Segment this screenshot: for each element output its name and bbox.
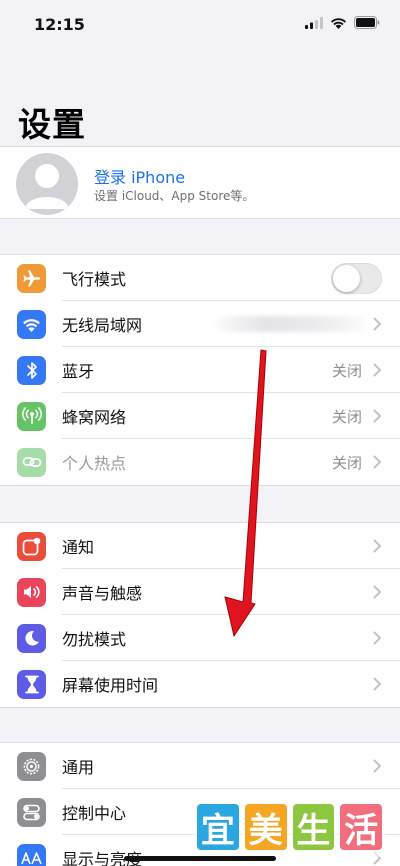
notifications-icon xyxy=(17,531,46,561)
bluetooth-status: 关闭 xyxy=(331,361,362,380)
login-subtitle: 设置 iCloud、App Store等。 xyxy=(94,189,255,203)
avatar-icon xyxy=(16,153,78,215)
cellular-icon xyxy=(17,401,46,431)
wifi-label: 无线局域网 xyxy=(62,316,143,335)
notifications-group: 通知 声音与触感 勿扰模式 屏幕使用时间 xyxy=(0,522,400,708)
control-center-label: 控制中心 xyxy=(62,804,127,823)
do-not-disturb-row[interactable]: 勿扰模式 xyxy=(0,615,400,661)
watermark-char: 宜 xyxy=(197,804,239,851)
cellular-status: 关闭 xyxy=(331,407,362,426)
notifications-row[interactable]: 通知 xyxy=(0,523,400,569)
wifi-status-icon xyxy=(331,17,346,29)
general-label: 通用 xyxy=(62,758,95,777)
chevron-right-icon xyxy=(373,677,381,691)
watermark-logo: 宜 美 生 活 xyxy=(193,801,386,857)
chevron-right-icon xyxy=(373,631,381,645)
battery-icon xyxy=(354,16,380,29)
airplane-mode-row[interactable]: 飞行模式 xyxy=(0,255,400,301)
personal-hotspot-label: 个人热点 xyxy=(62,454,127,473)
sounds-haptics-label: 声音与触感 xyxy=(62,584,143,603)
apple-id-login-row[interactable]: 登录 iPhone 设置 iCloud、App Store等。 xyxy=(0,146,400,219)
chevron-right-icon xyxy=(373,409,381,423)
wifi-icon xyxy=(17,309,46,339)
status-time: 12:15 xyxy=(34,15,85,34)
chevron-right-icon xyxy=(373,539,381,553)
cellular-row[interactable]: 蜂窝网络 关闭 xyxy=(0,393,400,439)
chevron-right-icon xyxy=(373,585,381,599)
chevron-right-icon xyxy=(373,317,381,331)
chevron-right-icon xyxy=(373,363,381,377)
hourglass-icon xyxy=(17,669,46,699)
chevron-right-icon xyxy=(373,455,381,469)
airplane-mode-label: 飞行模式 xyxy=(62,270,127,289)
notifications-label: 通知 xyxy=(62,538,95,557)
airplane-mode-toggle[interactable] xyxy=(331,263,382,294)
screen-time-row[interactable]: 屏幕使用时间 xyxy=(0,661,400,707)
gear-icon xyxy=(17,751,46,781)
connectivity-group: 飞行模式 无线局域网 蓝牙 关闭 蜂窝网络 关闭 个人热点 关闭 xyxy=(0,254,400,486)
bluetooth-label: 蓝牙 xyxy=(62,362,95,381)
personal-hotspot-row[interactable]: 个人热点 关闭 xyxy=(0,439,400,485)
status-icons xyxy=(305,16,380,29)
airplane-icon xyxy=(17,263,46,293)
watermark-char: 美 xyxy=(244,804,287,851)
chevron-right-icon xyxy=(373,759,381,773)
signal-icon xyxy=(305,16,323,29)
sounds-haptics-row[interactable]: 声音与触感 xyxy=(0,569,400,615)
control-center-icon xyxy=(17,797,46,827)
general-row[interactable]: 通用 xyxy=(0,743,400,789)
personal-hotspot-status: 关闭 xyxy=(331,453,362,472)
moon-icon xyxy=(17,623,46,653)
login-iphone-label: 登录 iPhone xyxy=(94,168,186,187)
wifi-network-redacted xyxy=(216,316,366,332)
screen-time-label: 屏幕使用时间 xyxy=(62,676,159,695)
bluetooth-row[interactable]: 蓝牙 关闭 xyxy=(0,347,400,393)
watermark-char: 活 xyxy=(340,804,382,851)
hotspot-icon xyxy=(17,447,46,477)
page-title: 设置 xyxy=(18,105,86,144)
cellular-label: 蜂窝网络 xyxy=(62,408,127,427)
status-bar: 12:15 xyxy=(0,0,400,50)
display-icon xyxy=(17,843,46,866)
wifi-row[interactable]: 无线局域网 xyxy=(0,301,400,347)
sounds-icon xyxy=(17,577,46,607)
bluetooth-icon xyxy=(17,355,46,385)
home-indicator xyxy=(124,856,276,861)
do-not-disturb-label: 勿扰模式 xyxy=(62,630,127,649)
watermark-char: 生 xyxy=(292,804,335,851)
